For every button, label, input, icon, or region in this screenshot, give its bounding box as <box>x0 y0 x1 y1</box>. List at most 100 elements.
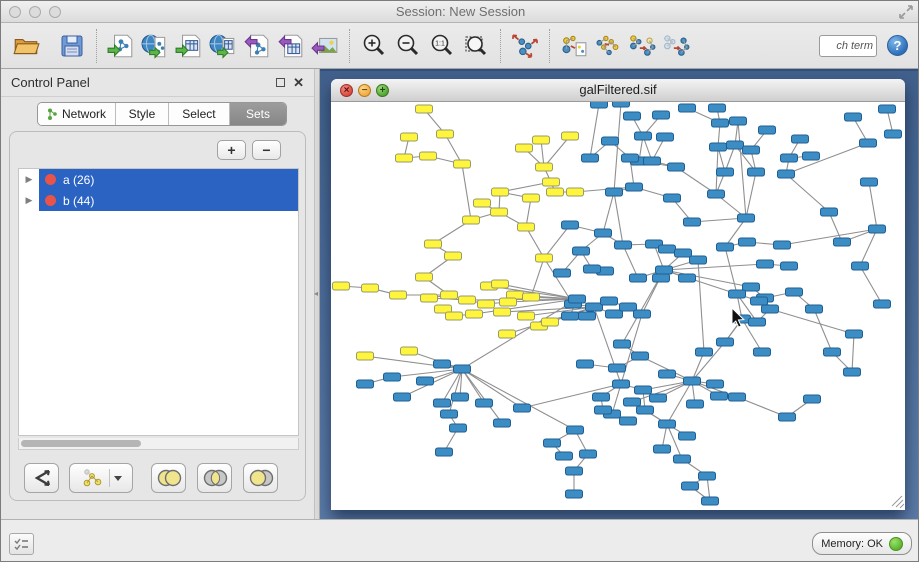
expand-triangle-icon[interactable]: ▶ <box>19 195 39 206</box>
graph-node[interactable] <box>401 133 418 141</box>
graph-node[interactable] <box>748 168 765 176</box>
graph-node[interactable] <box>514 404 531 412</box>
graph-node[interactable] <box>595 406 612 414</box>
graph-node[interactable] <box>684 377 701 385</box>
graph-node[interactable] <box>781 154 798 162</box>
graph-node[interactable] <box>717 338 734 346</box>
export-image-button[interactable] <box>308 29 342 63</box>
graph-node[interactable] <box>729 393 746 401</box>
graph-node[interactable] <box>566 490 583 498</box>
set-difference-button[interactable] <box>243 463 278 493</box>
graph-node[interactable] <box>454 365 471 373</box>
open-session-button[interactable] <box>9 29 43 63</box>
graph-node[interactable] <box>634 310 651 318</box>
graph-node[interactable] <box>874 300 891 308</box>
graph-node[interactable] <box>869 225 886 233</box>
graph-node[interactable] <box>437 130 454 138</box>
scrollbar-thumb[interactable] <box>21 440 141 447</box>
graph-node[interactable] <box>416 105 433 113</box>
graph-node[interactable] <box>542 318 559 326</box>
graph-node[interactable] <box>786 288 803 296</box>
graph-node[interactable] <box>682 482 699 490</box>
import-network-web-button[interactable] <box>138 29 172 63</box>
graph-node[interactable] <box>687 400 704 408</box>
graph-node[interactable] <box>727 141 744 149</box>
close-panel-icon[interactable]: ✕ <box>293 76 304 89</box>
add-set-button[interactable]: + <box>217 140 246 160</box>
graph-node[interactable] <box>613 102 630 107</box>
graph-node[interactable] <box>702 497 719 505</box>
graph-node[interactable] <box>518 312 535 320</box>
graph-node[interactable] <box>492 188 509 196</box>
expand-triangle-icon[interactable]: ▶ <box>19 174 39 185</box>
collapse-panel-icon[interactable]: ◂ <box>314 289 318 298</box>
graph-node[interactable] <box>401 347 418 355</box>
graph-node[interactable] <box>622 154 639 162</box>
graph-node[interactable] <box>804 395 821 403</box>
graph-node[interactable] <box>614 340 631 348</box>
graph-node[interactable] <box>390 291 407 299</box>
set-union-button[interactable] <box>151 463 186 493</box>
graph-node[interactable] <box>454 160 471 168</box>
graph-node[interactable] <box>654 445 671 453</box>
graph-node[interactable] <box>657 133 674 141</box>
graph-node[interactable] <box>650 394 667 402</box>
graph-node[interactable] <box>709 104 726 112</box>
graph-node[interactable] <box>494 308 511 316</box>
graph-node[interactable] <box>712 119 729 127</box>
graph-node[interactable] <box>494 419 511 427</box>
graph-node[interactable] <box>879 105 896 113</box>
graph-node[interactable] <box>821 208 838 216</box>
graph-node[interactable] <box>544 439 561 447</box>
graph-node[interactable] <box>584 265 601 273</box>
graph-node[interactable] <box>708 190 725 198</box>
split-set-button[interactable] <box>24 463 59 493</box>
graph-node[interactable] <box>474 199 491 207</box>
graph-node[interactable] <box>536 163 553 171</box>
graph-node[interactable] <box>664 194 681 202</box>
zoom-fit-button[interactable] <box>459 29 493 63</box>
graph-node[interactable] <box>533 136 550 144</box>
titlebar[interactable]: Session: New Session <box>1 1 919 23</box>
graph-node[interactable] <box>566 467 583 475</box>
graph-node[interactable] <box>749 318 766 326</box>
copy-view-button[interactable] <box>557 29 591 63</box>
graph-node[interactable] <box>860 139 877 147</box>
graph-node[interactable] <box>637 406 654 414</box>
network-canvas[interactable] <box>332 102 904 509</box>
graph-node[interactable] <box>730 117 747 125</box>
graph-node[interactable] <box>852 262 869 270</box>
graph-node[interactable] <box>717 168 734 176</box>
graph-node[interactable] <box>476 399 493 407</box>
graph-node[interactable] <box>436 448 453 456</box>
help-button[interactable]: ? <box>887 35 908 56</box>
graph-node[interactable] <box>668 163 685 171</box>
graph-node[interactable] <box>606 310 623 318</box>
graph-node[interactable] <box>362 284 379 292</box>
graph-node[interactable] <box>659 370 676 378</box>
graph-node[interactable] <box>425 240 442 248</box>
remove-set-button[interactable]: − <box>252 140 281 160</box>
graph-node[interactable] <box>792 135 809 143</box>
graph-node[interactable] <box>554 269 571 277</box>
graph-node[interactable] <box>580 450 597 458</box>
graph-node[interactable] <box>421 294 438 302</box>
graph-node[interactable] <box>569 295 586 303</box>
graph-node[interactable] <box>620 303 637 311</box>
graph-node[interactable] <box>492 280 509 288</box>
graph-node[interactable] <box>774 241 791 249</box>
graph-node[interactable] <box>478 300 495 308</box>
graph-node[interactable] <box>743 283 760 291</box>
graph-node[interactable] <box>394 393 411 401</box>
graph-node[interactable] <box>711 392 728 400</box>
graph-node[interactable] <box>463 216 480 224</box>
graph-node[interactable] <box>357 352 374 360</box>
save-session-button[interactable] <box>55 29 89 63</box>
graph-node[interactable] <box>632 352 649 360</box>
graph-node[interactable] <box>417 377 434 385</box>
graph-node[interactable] <box>626 183 643 191</box>
graph-node[interactable] <box>547 188 564 196</box>
graph-node[interactable] <box>729 290 746 298</box>
graph-node[interactable] <box>659 245 676 253</box>
graph-node[interactable] <box>518 223 535 231</box>
